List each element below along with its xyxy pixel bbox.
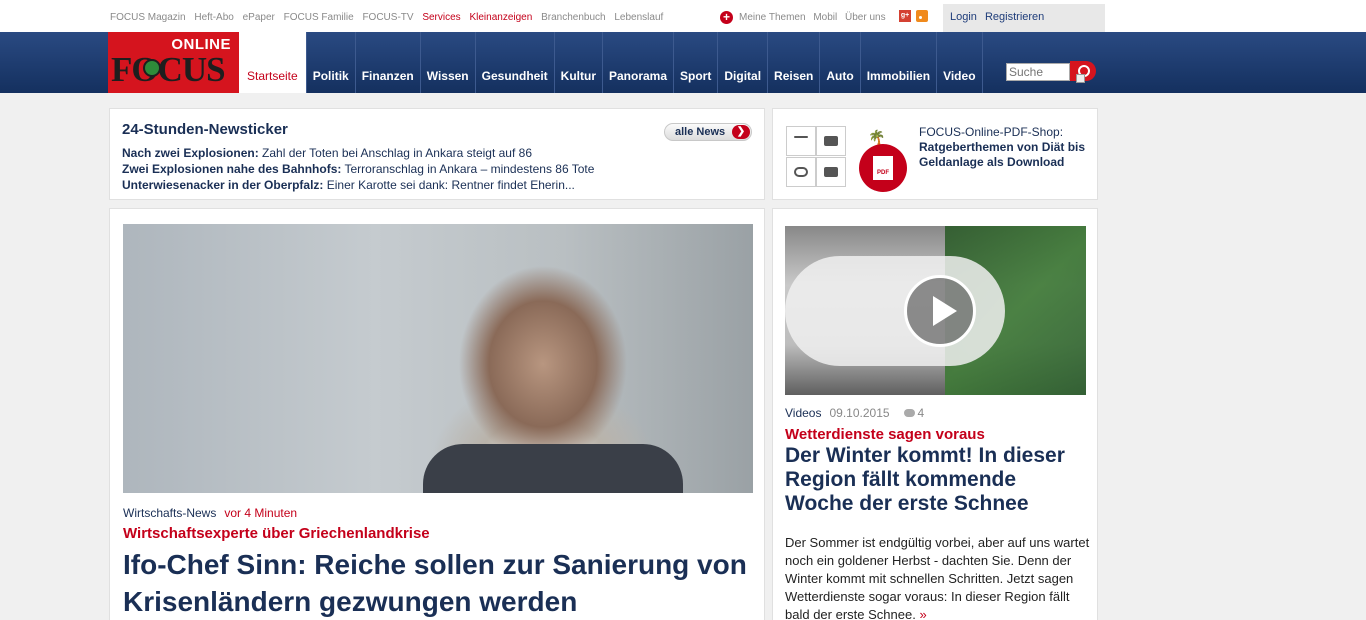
globe-icon bbox=[143, 59, 161, 77]
side-story-teaser: Der Sommer ist endgültig vorbei, aber au… bbox=[785, 534, 1090, 620]
ticker-item[interactable]: Unterwiesenacker in der Oberpfalz: Einer… bbox=[122, 178, 575, 192]
nav-item-panorama[interactable]: Panorama bbox=[603, 32, 675, 93]
side-story-headline[interactable]: Der Winter kommt! In dieser Region fällt… bbox=[785, 444, 1090, 516]
nav-item-startseite[interactable]: Startseite bbox=[239, 32, 307, 93]
side-story-date: 09.10.2015 bbox=[829, 406, 890, 420]
nav-item-reisen[interactable]: Reisen bbox=[768, 32, 821, 93]
main-story-headline[interactable]: Ifo-Chef Sinn: Reiche sollen zur Sanieru… bbox=[123, 546, 753, 620]
ticker-title: 24-Stunden-Newsticker bbox=[122, 121, 288, 138]
main-story-time: vor 4 Minuten bbox=[224, 506, 298, 520]
all-news-button[interactable]: alle News ❯ bbox=[664, 123, 752, 141]
nav-item-sport[interactable]: Sport bbox=[674, 32, 719, 93]
comment-count[interactable]: 4 bbox=[918, 406, 925, 420]
plus-icon[interactable]: + bbox=[720, 11, 733, 24]
google-plus-icon[interactable]: g+ bbox=[899, 10, 911, 22]
ticker-item[interactable]: Zwei Explosionen nahe des Bahnhofs: Terr… bbox=[122, 162, 594, 176]
link-heft-abo[interactable]: Heft-Abo bbox=[194, 12, 233, 23]
top-links-right: Meine Themen Mobil Über uns bbox=[739, 12, 891, 23]
pdf-shop-title: FOCUS-Online-PDF-Shop: bbox=[919, 125, 1064, 139]
link-meine-themen[interactable]: Meine Themen bbox=[739, 12, 806, 23]
play-icon[interactable] bbox=[904, 275, 976, 347]
link-branchenbuch[interactable]: Branchenbuch bbox=[541, 12, 606, 23]
register-link[interactable]: Registrieren bbox=[985, 11, 1044, 23]
nav-item-digital[interactable]: Digital bbox=[718, 32, 769, 93]
side-story-meta: Videos 09.10.2015 4 bbox=[785, 406, 924, 420]
link-focus-magazin[interactable]: FOCUS Magazin bbox=[110, 12, 186, 23]
pdf-shop-text: FOCUS-Online-PDF-Shop: Ratgeberthemen vo… bbox=[919, 125, 1097, 170]
pdf-badge: PDF bbox=[855, 126, 907, 192]
side-story-kicker[interactable]: Wetterdienste sagen voraus bbox=[785, 426, 985, 443]
main-story-kicker[interactable]: Wirtschaftsexperte über Griechenlandkris… bbox=[123, 525, 430, 542]
link-ueber-uns[interactable]: Über uns bbox=[845, 12, 886, 23]
ticker-item-text: Zahl der Toten bei Anschlag in Ankara st… bbox=[258, 146, 532, 160]
main-story-image[interactable] bbox=[123, 224, 753, 493]
all-news-label: alle News bbox=[675, 126, 726, 138]
ticker-item-kicker: Zwei Explosionen nahe des Bahnhofs: bbox=[122, 162, 342, 176]
top-bar: FOCUS Magazin Heft-Abo ePaper FOCUS Fami… bbox=[0, 0, 1366, 32]
link-focus-tv[interactable]: FOCUS-TV bbox=[362, 12, 413, 23]
car-icon bbox=[816, 126, 846, 156]
top-links: FOCUS Magazin Heft-Abo ePaper FOCUS Fami… bbox=[110, 12, 669, 23]
scales-icon bbox=[786, 126, 816, 156]
link-services[interactable]: Services bbox=[422, 12, 460, 23]
read-more-link[interactable]: » bbox=[919, 607, 926, 620]
logo-focus-text: FOCUS bbox=[111, 50, 226, 89]
nav-item-finanzen[interactable]: Finanzen bbox=[356, 32, 421, 93]
main-story-meta: Wirtschafts-News vor 4 Minuten bbox=[123, 506, 297, 520]
link-mobil[interactable]: Mobil bbox=[813, 12, 837, 23]
pdf-shop-teaser[interactable]: 🌴 PDF FOCUS-Online-PDF-Shop: Ratgeberthe… bbox=[772, 108, 1098, 200]
video-thumbnail[interactable] bbox=[785, 226, 1086, 395]
pdf-shop-subtitle[interactable]: Ratgeberthemen von Diät bis Geldanlage a… bbox=[919, 140, 1085, 169]
side-story-category[interactable]: Videos bbox=[785, 406, 821, 420]
login-box: Login Registrieren bbox=[943, 4, 1105, 32]
nav-item-gesundheit[interactable]: Gesundheit bbox=[476, 32, 555, 93]
search-options-icon[interactable] bbox=[1076, 74, 1085, 83]
nav-item-video[interactable]: Video bbox=[937, 32, 983, 93]
nav-item-kultur[interactable]: Kultur bbox=[555, 32, 603, 93]
side-story-teaser-text: Der Sommer ist endgültig vorbei, aber au… bbox=[785, 535, 1090, 620]
ticker-item-text: Einer Karotte sei dank: Rentner findet E… bbox=[323, 178, 575, 192]
main-story-category[interactable]: Wirtschafts-News bbox=[123, 506, 216, 520]
login-link[interactable]: Login bbox=[950, 11, 977, 23]
comment-icon[interactable] bbox=[903, 409, 915, 417]
money-bag-icon bbox=[816, 157, 846, 187]
nav-item-wissen[interactable]: Wissen bbox=[421, 32, 476, 93]
ticker-item-kicker: Unterwiesenacker in der Oberpfalz: bbox=[122, 178, 324, 192]
link-lebenslauf[interactable]: Lebenslauf bbox=[614, 12, 663, 23]
search-input[interactable] bbox=[1006, 63, 1070, 81]
rss-icon[interactable] bbox=[916, 10, 928, 22]
ticker-item-text: Terroranschlag in Ankara – mindestens 86… bbox=[341, 162, 595, 176]
side-story: Videos 09.10.2015 4 Wetterdienste sagen vo… bbox=[772, 208, 1098, 620]
ticker-item[interactable]: Nach zwei Explosionen: Zahl der Toten be… bbox=[122, 146, 532, 160]
nav-item-immobilien[interactable]: Immobilien bbox=[861, 32, 938, 93]
main-story: Wirtschafts-News vor 4 Minuten Wirtschaft… bbox=[109, 208, 765, 620]
news-ticker: 24-Stunden-Newsticker alle News ❯ Nach z… bbox=[109, 108, 765, 200]
focus-online-logo[interactable]: ONLINE FOCUS bbox=[108, 32, 239, 93]
nav-items: Startseite Politik Finanzen Wissen Gesun… bbox=[239, 32, 983, 93]
chevron-right-icon: ❯ bbox=[732, 125, 750, 139]
image-detail bbox=[423, 444, 683, 493]
ticker-item-kicker: Nach zwei Explosionen: bbox=[122, 146, 259, 160]
nav-item-auto[interactable]: Auto bbox=[820, 32, 861, 93]
pdf-document-icon: PDF bbox=[873, 156, 893, 180]
nav-item-politik[interactable]: Politik bbox=[307, 32, 356, 93]
heartbeat-icon bbox=[786, 157, 816, 187]
link-kleinanzeigen[interactable]: Kleinanzeigen bbox=[469, 12, 532, 23]
link-epaper[interactable]: ePaper bbox=[243, 12, 275, 23]
link-focus-familie[interactable]: FOCUS Familie bbox=[284, 12, 354, 23]
